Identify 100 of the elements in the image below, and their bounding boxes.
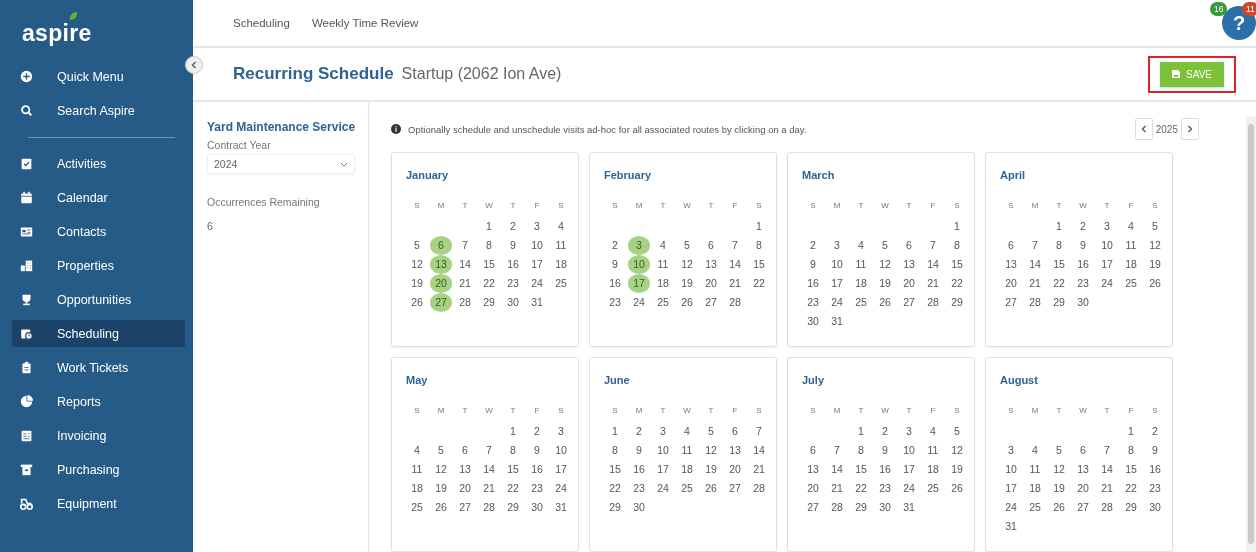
day-cell[interactable]: 21 [1096, 479, 1118, 498]
day-cell[interactable]: 9 [1072, 236, 1094, 255]
day-cell[interactable]: 27 [454, 498, 476, 517]
day-cell[interactable]: 15 [850, 460, 872, 479]
day-cell[interactable]: 6 [454, 441, 476, 460]
day-cell[interactable]: 30 [1072, 293, 1094, 312]
previous-year-button[interactable] [1134, 118, 1153, 140]
day-cell[interactable]: 16 [874, 460, 896, 479]
day-cell[interactable]: 8 [478, 236, 500, 255]
scrollbar[interactable] [1246, 116, 1256, 552]
day-cell[interactable]: 22 [946, 274, 968, 293]
year-dropdown[interactable]: 2024 [207, 154, 355, 174]
day-cell[interactable]: 27 [1000, 293, 1022, 312]
day-cell[interactable]: 2 [874, 422, 896, 441]
day-cell[interactable]: 4 [550, 217, 572, 236]
collapse-button[interactable] [185, 56, 203, 74]
day-cell[interactable]: 7 [724, 236, 746, 255]
day-cell[interactable]: 2 [604, 236, 626, 255]
day-cell[interactable]: 22 [604, 479, 626, 498]
day-cell[interactable]: 8 [1120, 441, 1142, 460]
day-cell[interactable]: 5 [676, 236, 698, 255]
day-cell[interactable]: 14 [478, 460, 500, 479]
day-cell[interactable]: 20 [700, 274, 722, 293]
day-cell[interactable]: 7 [922, 236, 944, 255]
day-cell[interactable]: 8 [1048, 236, 1070, 255]
day-cell[interactable]: 17 [628, 274, 650, 293]
day-cell[interactable]: 11 [550, 236, 572, 255]
day-cell[interactable]: 9 [1144, 441, 1166, 460]
day-cell[interactable]: 28 [826, 498, 848, 517]
day-cell[interactable]: 15 [478, 255, 500, 274]
day-cell[interactable]: 19 [874, 274, 896, 293]
day-cell[interactable]: 10 [652, 441, 674, 460]
day-cell[interactable]: 13 [454, 460, 476, 479]
day-cell[interactable]: 28 [748, 479, 770, 498]
day-cell[interactable]: 24 [526, 274, 548, 293]
day-cell[interactable]: 13 [430, 255, 452, 274]
day-cell[interactable]: 31 [550, 498, 572, 517]
day-cell[interactable]: 10 [898, 441, 920, 460]
day-cell[interactable]: 21 [922, 274, 944, 293]
day-cell[interactable]: 7 [826, 441, 848, 460]
day-cell[interactable]: 18 [652, 274, 674, 293]
day-cell[interactable]: 15 [1048, 255, 1070, 274]
day-cell[interactable]: 26 [874, 293, 896, 312]
day-cell[interactable]: 12 [406, 255, 428, 274]
day-cell[interactable]: 21 [454, 274, 476, 293]
sidebar-item[interactable]: Properties [12, 252, 185, 279]
day-cell[interactable]: 30 [874, 498, 896, 517]
day-cell[interactable]: 22 [850, 479, 872, 498]
sidebar-item[interactable]: Work Tickets [12, 354, 185, 381]
day-cell[interactable]: 5 [874, 236, 896, 255]
day-cell[interactable]: 15 [1120, 460, 1142, 479]
day-cell[interactable]: 11 [406, 460, 428, 479]
day-cell[interactable]: 27 [802, 498, 824, 517]
day-cell[interactable]: 15 [502, 460, 524, 479]
day-cell[interactable]: 30 [802, 312, 824, 331]
day-cell[interactable]: 21 [826, 479, 848, 498]
day-cell[interactable]: 28 [478, 498, 500, 517]
day-cell[interactable]: 3 [1096, 217, 1118, 236]
day-cell[interactable]: 29 [850, 498, 872, 517]
day-cell[interactable]: 3 [526, 217, 548, 236]
day-cell[interactable]: 24 [1000, 498, 1022, 517]
day-cell[interactable]: 13 [802, 460, 824, 479]
day-cell[interactable]: 27 [430, 293, 452, 312]
day-cell[interactable]: 24 [628, 293, 650, 312]
day-cell[interactable]: 18 [406, 479, 428, 498]
day-cell[interactable]: 27 [1072, 498, 1094, 517]
day-cell[interactable]: 21 [1024, 274, 1046, 293]
day-cell[interactable]: 12 [946, 441, 968, 460]
day-cell[interactable]: 12 [676, 255, 698, 274]
day-cell[interactable]: 11 [1120, 236, 1142, 255]
day-cell[interactable]: 2 [526, 422, 548, 441]
day-cell[interactable]: 6 [430, 236, 452, 255]
day-cell[interactable]: 2 [628, 422, 650, 441]
day-cell[interactable]: 11 [652, 255, 674, 274]
day-cell[interactable]: 10 [628, 255, 650, 274]
day-cell[interactable]: 11 [676, 441, 698, 460]
day-cell[interactable]: 15 [748, 255, 770, 274]
day-cell[interactable]: 16 [526, 460, 548, 479]
day-cell[interactable]: 1 [1048, 217, 1070, 236]
day-cell[interactable]: 7 [454, 236, 476, 255]
sidebar-item[interactable]: Purchasing [12, 456, 185, 483]
day-cell[interactable]: 9 [502, 236, 524, 255]
next-year-button[interactable] [1181, 118, 1199, 140]
day-cell[interactable]: 25 [550, 274, 572, 293]
day-cell[interactable]: 17 [550, 460, 572, 479]
day-cell[interactable]: 24 [1096, 274, 1118, 293]
sidebar-item[interactable]: Reports [12, 388, 185, 415]
day-cell[interactable]: 7 [748, 422, 770, 441]
day-cell[interactable]: 12 [430, 460, 452, 479]
day-cell[interactable]: 21 [748, 460, 770, 479]
day-cell[interactable]: 17 [652, 460, 674, 479]
day-cell[interactable]: 14 [1096, 460, 1118, 479]
day-cell[interactable]: 26 [1048, 498, 1070, 517]
day-cell[interactable]: 9 [604, 255, 626, 274]
day-cell[interactable]: 30 [526, 498, 548, 517]
day-cell[interactable]: 26 [676, 293, 698, 312]
day-cell[interactable]: 29 [1120, 498, 1142, 517]
day-cell[interactable]: 4 [850, 236, 872, 255]
day-cell[interactable]: 31 [1000, 517, 1022, 536]
day-cell[interactable]: 25 [1024, 498, 1046, 517]
